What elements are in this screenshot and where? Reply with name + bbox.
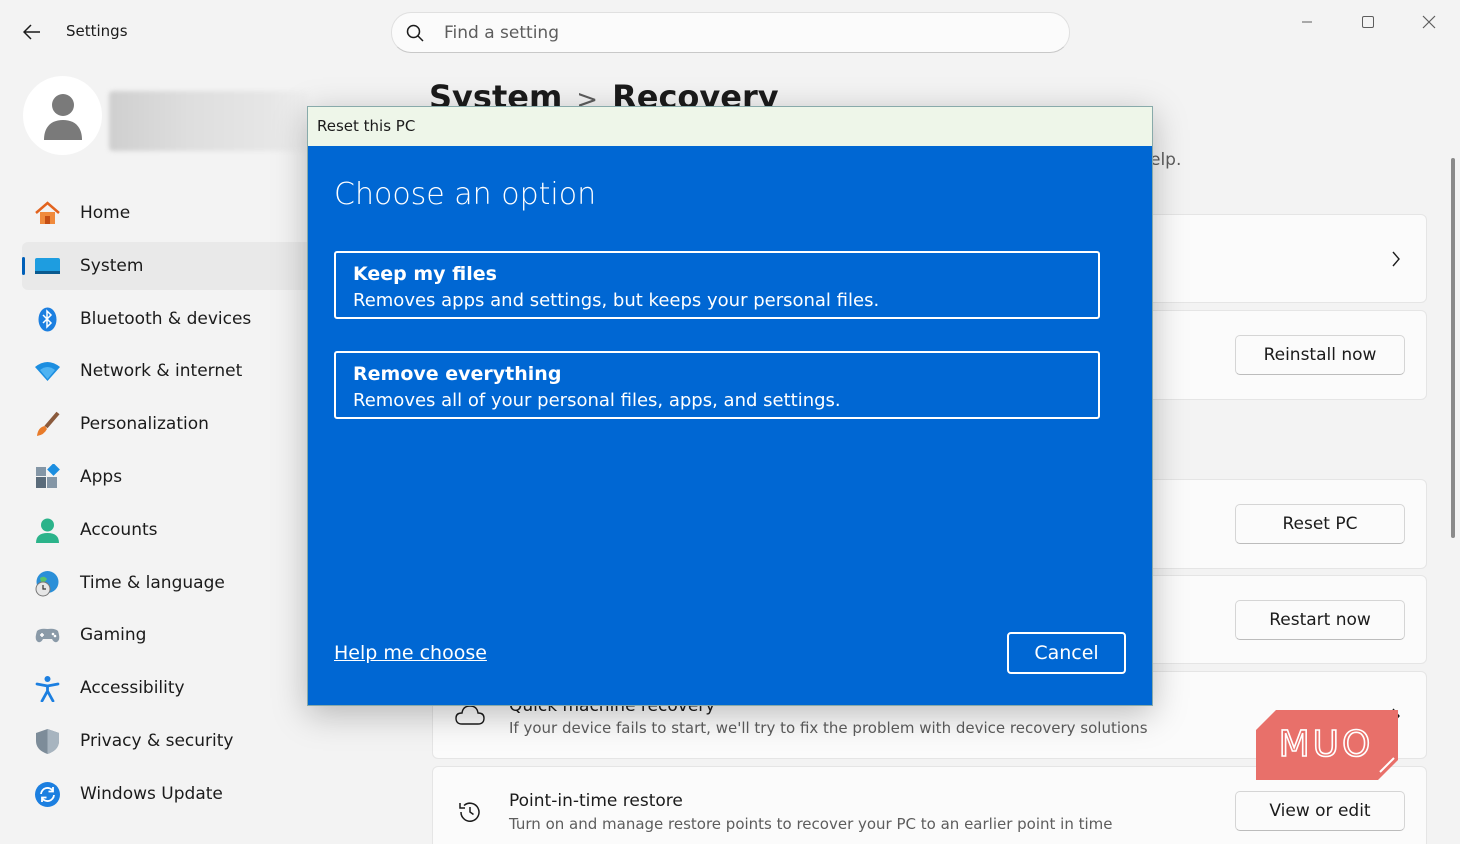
point-in-time-restore-subtitle: Turn on and manage restore points to rec… <box>509 815 1113 833</box>
chevron-right-icon <box>1386 249 1406 269</box>
minimize-icon <box>1302 21 1312 23</box>
gamepad-icon <box>34 622 61 649</box>
dialog-title-bar: Reset this PC <box>308 107 1152 146</box>
search-input[interactable] <box>444 21 1044 45</box>
restart-now-button[interactable]: Restart now <box>1235 600 1405 640</box>
bluetooth-icon <box>34 306 61 333</box>
reset-pc-button[interactable]: Reset PC <box>1235 504 1405 544</box>
title-bar: Settings <box>0 0 1460 64</box>
sidebar-item-privacy[interactable]: Privacy & security <box>22 717 312 765</box>
intro-text-peek: elp. <box>1150 150 1182 170</box>
person-icon <box>43 93 82 140</box>
dialog-title: Reset this PC <box>317 117 416 135</box>
back-button[interactable] <box>14 16 50 48</box>
sidebar-nav: Home System Bluetooth & devices Network … <box>22 189 312 823</box>
close-icon <box>1422 15 1436 29</box>
shield-icon <box>34 728 61 755</box>
sidebar-item-accessibility[interactable]: Accessibility <box>22 664 312 712</box>
scrollbar[interactable] <box>1451 158 1455 538</box>
profile-name-redacted <box>109 91 309 151</box>
sidebar-item-gaming[interactable]: Gaming <box>22 611 312 659</box>
reset-pc-dialog: Reset this PC Choose an option Keep my f… <box>307 106 1153 706</box>
history-icon <box>455 797 485 827</box>
option-description: Removes apps and settings, but keeps you… <box>353 290 880 311</box>
sidebar-item-bluetooth[interactable]: Bluetooth & devices <box>22 295 312 343</box>
update-icon <box>34 781 61 808</box>
sidebar-item-accounts[interactable]: Accounts <box>22 506 312 554</box>
option-description: Removes all of your personal files, apps… <box>353 390 841 411</box>
sidebar-item-apps[interactable]: Apps <box>22 453 312 501</box>
option-title: Remove everything <box>353 363 562 385</box>
maximize-icon <box>1362 16 1374 28</box>
wifi-icon <box>34 358 61 385</box>
quick-machine-recovery-subtitle: If your device fails to start, we'll try… <box>509 719 1148 737</box>
help-me-choose-link[interactable]: Help me choose <box>334 642 487 664</box>
keep-my-files-option[interactable]: Keep my files Removes apps and settings,… <box>334 251 1100 319</box>
brush-icon <box>34 411 61 438</box>
sidebar-item-windows-update[interactable]: Windows Update <box>22 770 312 818</box>
globe-clock-icon <box>34 570 61 597</box>
sidebar-item-system[interactable]: System <box>22 241 312 290</box>
accounts-icon <box>34 517 61 544</box>
system-icon <box>34 253 61 280</box>
app-title: Settings <box>66 22 128 40</box>
cancel-button[interactable]: Cancel <box>1007 632 1126 674</box>
dialog-heading: Choose an option <box>334 177 597 212</box>
sidebar-item-time-language[interactable]: Time & language <box>22 559 312 607</box>
home-icon <box>34 200 61 227</box>
reinstall-now-button[interactable]: Reinstall now <box>1235 335 1405 375</box>
arrow-left-icon <box>23 24 40 40</box>
view-or-edit-button[interactable]: View or edit <box>1235 791 1405 831</box>
maximize-button[interactable] <box>1345 8 1391 36</box>
search-box[interactable] <box>391 12 1070 53</box>
muo-logo: MUO <box>1256 710 1398 780</box>
sidebar-item-network[interactable]: Network & internet <box>22 347 312 395</box>
sidebar-item-home[interactable]: Home <box>22 189 312 237</box>
point-in-time-restore-title: Point-in-time restore <box>509 791 683 811</box>
accessibility-icon <box>34 675 61 703</box>
option-title: Keep my files <box>353 263 497 285</box>
remove-everything-option[interactable]: Remove everything Removes all of your pe… <box>334 351 1100 419</box>
apps-icon <box>34 463 61 491</box>
close-button[interactable] <box>1406 8 1452 36</box>
sidebar-item-personalization[interactable]: Personalization <box>22 400 312 448</box>
search-icon <box>406 24 424 42</box>
minimize-button[interactable] <box>1284 8 1330 36</box>
avatar[interactable] <box>23 76 102 155</box>
svg-text:MUO: MUO <box>1279 724 1374 765</box>
